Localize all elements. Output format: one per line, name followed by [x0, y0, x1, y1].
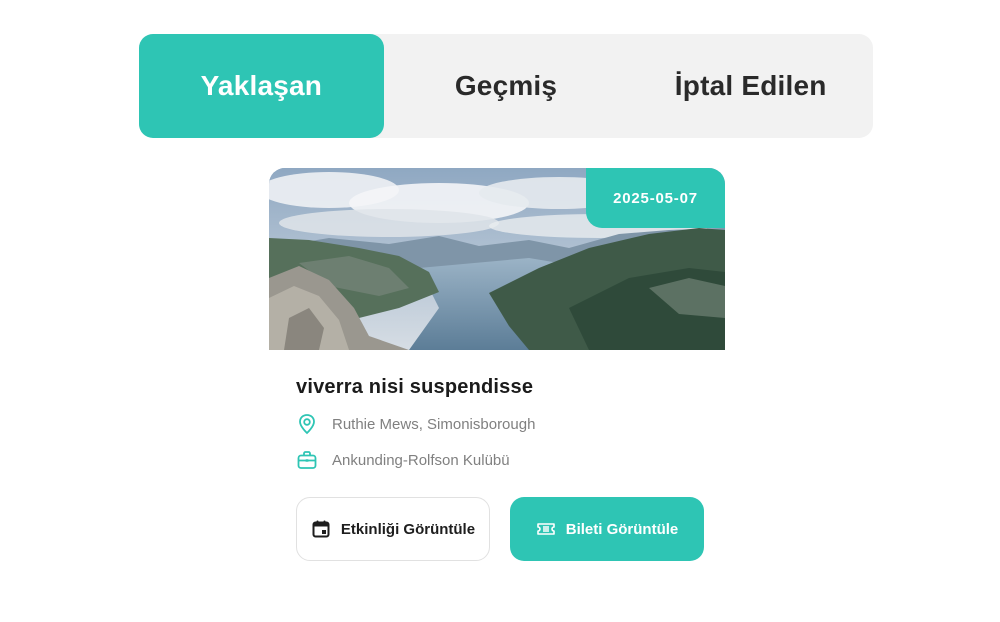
view-ticket-label: Bileti Görüntüle — [565, 520, 679, 538]
event-title: viverra nisi suspendisse — [296, 376, 534, 398]
view-ticket-button[interactable]: Bileti Görüntüle — [510, 497, 704, 561]
tab-upcoming[interactable]: Yaklaşan — [139, 34, 384, 138]
tab-past[interactable]: Geçmiş — [384, 34, 629, 138]
view-event-button[interactable]: Etkinliği Görüntüle — [296, 497, 490, 561]
location-pin-icon — [296, 413, 318, 435]
event-actions: Etkinliği Görüntüle Bileti Görüntüle — [296, 497, 725, 561]
event-card: 2025-05-07 viverra nisi suspendisse Ruth… — [269, 168, 725, 561]
ticket-icon — [536, 519, 556, 539]
calendar-icon — [311, 519, 331, 539]
briefcase-icon — [296, 449, 318, 471]
page: Yaklaşan Geçmiş İptal Edilen 2025-05-07 … — [0, 0, 1000, 622]
event-location-row: Ruthie Mews, Simonisborough — [296, 413, 725, 435]
event-club-text: Ankunding-Rolfson Kulübü — [332, 451, 510, 469]
event-date-badge: 2025-05-07 — [586, 168, 725, 228]
event-image: 2025-05-07 — [269, 168, 725, 350]
event-tabs: Yaklaşan Geçmiş İptal Edilen — [139, 34, 873, 138]
event-card-body: viverra nisi suspendisse Ruthie Mews, Si… — [269, 350, 725, 561]
event-club-row: Ankunding-Rolfson Kulübü — [296, 449, 725, 471]
event-location-text: Ruthie Mews, Simonisborough — [332, 415, 536, 433]
view-event-label: Etkinliği Görüntüle — [340, 520, 476, 538]
tab-cancelled[interactable]: İptal Edilen — [628, 34, 873, 138]
